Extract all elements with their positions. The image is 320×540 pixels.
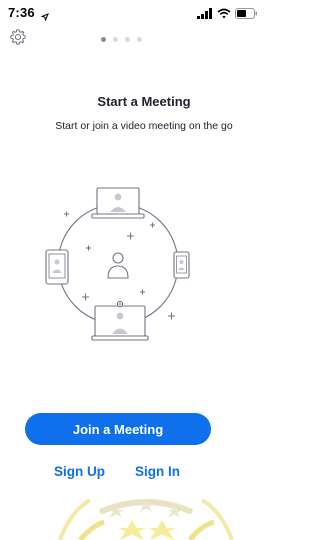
page-subtitle: Start or join a video meeting on the go bbox=[55, 120, 233, 132]
watermark-emblem bbox=[0, 492, 288, 540]
wifi-icon bbox=[217, 6, 231, 24]
meeting-devices-illustration bbox=[40, 180, 200, 350]
status-time: 7:36 bbox=[8, 5, 35, 20]
sign-up-link[interactable]: Sign Up bbox=[54, 464, 105, 479]
join-meeting-button[interactable]: Join a Meeting bbox=[25, 413, 211, 445]
signal-bars-icon bbox=[197, 6, 213, 24]
sign-in-link[interactable]: Sign In bbox=[135, 464, 180, 479]
page-dot[interactable] bbox=[137, 37, 142, 42]
page-dot[interactable] bbox=[125, 37, 130, 42]
page-indicator[interactable] bbox=[101, 37, 142, 42]
location-arrow-icon bbox=[40, 8, 49, 26]
page-dot-active[interactable] bbox=[101, 37, 106, 42]
battery-icon bbox=[235, 6, 258, 24]
gear-icon bbox=[9, 29, 27, 50]
settings-button[interactable] bbox=[9, 28, 27, 46]
status-bar: 7:36 bbox=[0, 0, 288, 24]
page-title: Start a Meeting bbox=[97, 94, 191, 109]
page-dot[interactable] bbox=[113, 37, 118, 42]
